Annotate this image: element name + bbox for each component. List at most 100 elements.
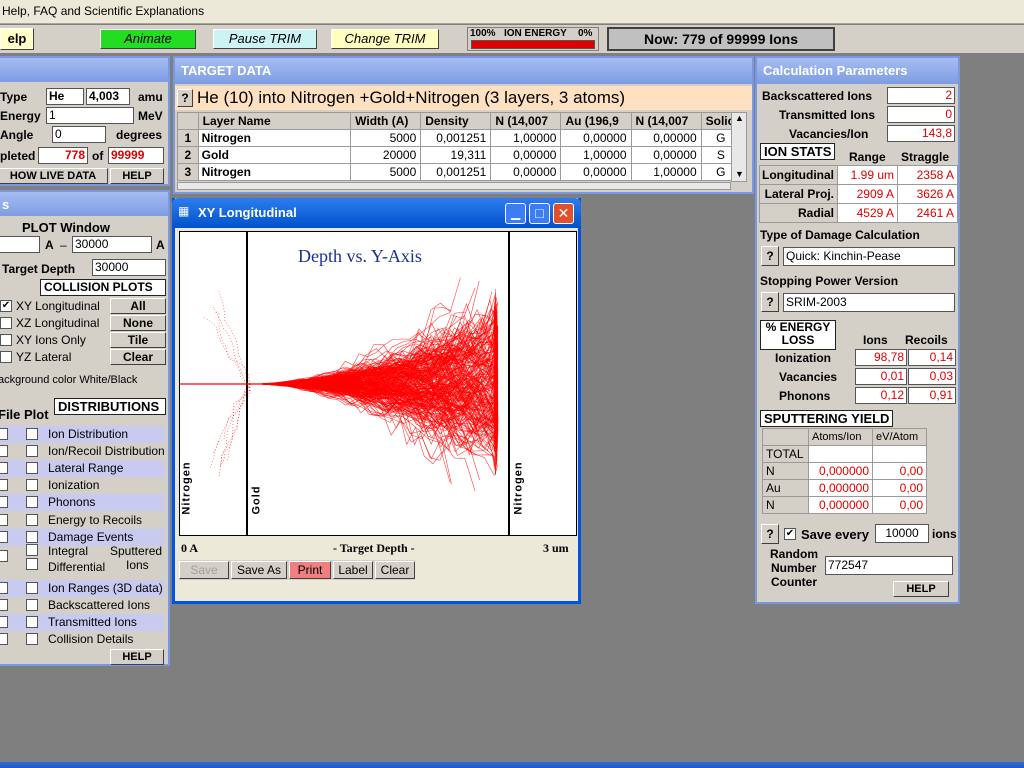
distribution-plot-checkbox[interactable] [26,633,38,645]
differential-checkbox[interactable] [26,544,38,556]
layer-cell[interactable]: 0,00000 [490,163,562,181]
minimize-button[interactable]: ▁ [505,203,526,224]
target-help-button[interactable]: ? [177,89,193,107]
collision-option-checkbox[interactable] [0,317,12,329]
target-depth-field[interactable]: 30000 [92,259,166,276]
distribution-plot-checkbox[interactable] [26,479,38,492]
maximize-button[interactable]: □ [529,203,550,224]
layer-cell[interactable]: 0,00000 [560,129,632,147]
distribution-item[interactable]: Ion Distribution [0,426,164,443]
save-as-button[interactable]: Save As [231,561,287,579]
scroll-down-icon[interactable]: ▼ [735,169,744,179]
layer-cell[interactable]: 0,00000 [490,146,562,164]
ion-type-field[interactable]: He [46,88,84,105]
layer-cell[interactable]: 0,001251 [420,163,492,181]
distribution-plot-checkbox[interactable] [26,462,38,475]
collision-option-checkbox[interactable]: ✔ [0,300,12,312]
layer-cell[interactable]: 0,00000 [630,146,702,164]
distribution-plot-checkbox[interactable] [26,496,38,509]
damage-type-field[interactable]: Quick: Kinchin-Pease [783,247,955,266]
scroll-up-icon[interactable]: ▲ [735,113,744,123]
distribution-item[interactable]: Collision Details [0,631,164,648]
random-counter-field[interactable]: 772547 [825,556,953,575]
ion-mass-field[interactable]: 4,003 [86,88,130,105]
save-every-help-button[interactable]: ? [761,524,779,544]
distribution-plot-checkbox[interactable] [26,445,38,458]
damage-help-button[interactable]: ? [761,246,779,266]
collision-option-checkbox[interactable] [0,351,12,363]
distribution-item[interactable]: Backscattered Ions [0,597,164,614]
distribution-plot-checkbox[interactable] [26,428,38,440]
save-button[interactable]: Save [179,561,229,579]
distribution-file-checkbox[interactable] [0,462,8,475]
distribution-item[interactable]: Energy to Recoils [0,512,164,529]
layers-vscrollbar[interactable]: ▲ ▼ [731,112,747,182]
distribution-item[interactable]: Transmitted Ions [0,614,164,631]
layer-cell[interactable]: 0,00000 [560,163,632,181]
layer-name[interactable]: Gold [197,146,352,164]
distribution-plot-checkbox[interactable] [26,582,38,594]
layer-cell[interactable]: 20000 [350,146,422,164]
layer-cell[interactable]: 1,00000 [630,163,702,181]
distribution-item[interactable]: Ion Ranges (3D data) [0,580,164,597]
plot-window-from[interactable] [0,236,40,253]
distribution-file-checkbox[interactable] [0,599,8,611]
label-button[interactable]: Label [333,561,373,579]
distribution-file-checkbox[interactable] [0,513,8,526]
pause-trim-button[interactable]: Pause TRIM [213,29,317,49]
collision-option-button[interactable]: All [110,298,166,314]
distribution-plot-checkbox[interactable] [26,599,38,611]
background-color-toggle[interactable]: ackground color White/Black [0,374,137,386]
xy-titlebar[interactable]: ▦ XY Longitudinal ▁ □ ✕ [172,198,581,228]
layer-cell[interactable]: 5000 [350,129,422,147]
layer-cell[interactable]: 0,00000 [630,129,702,147]
distribution-file-checkbox[interactable] [0,496,8,509]
distribution-item[interactable]: Ion/Recoil Distribution [0,443,165,460]
help-button[interactable]: elp [0,28,34,50]
distribution-plot-checkbox[interactable] [26,616,38,628]
layer-row[interactable]: 3 Nitrogen 5000 0,001251 0,00000 0,00000 1,000… [177,163,746,181]
show-live-data-button[interactable]: HOW LIVE DATA [0,168,108,184]
distribution-file-checkbox[interactable] [0,479,8,492]
distribution-plot-checkbox[interactable] [26,530,38,543]
ion-help-button[interactable]: HELP [110,168,164,184]
plot-window-to[interactable]: 30000 [72,236,152,253]
save-every-checkbox[interactable]: ✔ [784,528,796,540]
calc-help-button[interactable]: HELP [893,581,949,597]
distribution-file-checkbox[interactable] [0,582,8,594]
collision-option-checkbox[interactable] [0,334,12,346]
print-button[interactable]: Print [289,561,331,579]
layer-cell[interactable]: 5000 [350,163,422,181]
integral-checkbox[interactable] [0,550,8,562]
distribution-item[interactable]: Ionization [0,477,164,494]
layer-row[interactable]: 1 Nitrogen 5000 0,001251 1,00000 0,00000 0,000… [177,129,746,147]
distribution-file-checkbox[interactable] [0,428,8,440]
close-button[interactable]: ✕ [553,203,574,224]
differential-checkbox-2[interactable] [26,558,38,570]
collision-option-button[interactable]: Tile [110,332,166,348]
distribution-item[interactable]: Lateral Range [0,460,164,478]
collision-option-button[interactable]: None [110,315,166,331]
layer-row[interactable]: 2 Gold 20000 19,311 0,00000 1,00000 0,00000 S [177,146,746,164]
clear-plot-button[interactable]: Clear [375,561,415,579]
stopping-help-button[interactable]: ? [761,292,779,312]
layer-name[interactable]: Nitrogen [197,129,352,147]
layer-cell[interactable]: 0,001251 [420,129,492,147]
layer-name[interactable]: Nitrogen [197,163,352,181]
distribution-plot-checkbox[interactable] [26,513,38,526]
layer-cell[interactable]: 19,311 [420,146,492,164]
layers-hscrollbar[interactable] [177,182,731,190]
change-trim-button[interactable]: Change TRIM [331,29,439,49]
distribution-file-checkbox[interactable] [0,530,8,543]
distribution-file-checkbox[interactable] [0,616,8,628]
distributions-help-button[interactable]: HELP [110,649,164,665]
distribution-file-checkbox[interactable] [0,633,8,645]
save-every-field[interactable]: 10000 [875,524,929,543]
ion-energy-field[interactable]: 1 [46,107,134,124]
stopping-power-field[interactable]: SRIM-2003 [783,293,955,312]
distribution-item[interactable]: Phonons [0,494,164,512]
animate-button[interactable]: Animate [100,29,196,49]
layer-cell[interactable]: 1,00000 [490,129,562,147]
menu-help-faq[interactable]: Help, FAQ and Scientific Explanations [2,4,204,18]
layer-cell[interactable]: 1,00000 [560,146,632,164]
